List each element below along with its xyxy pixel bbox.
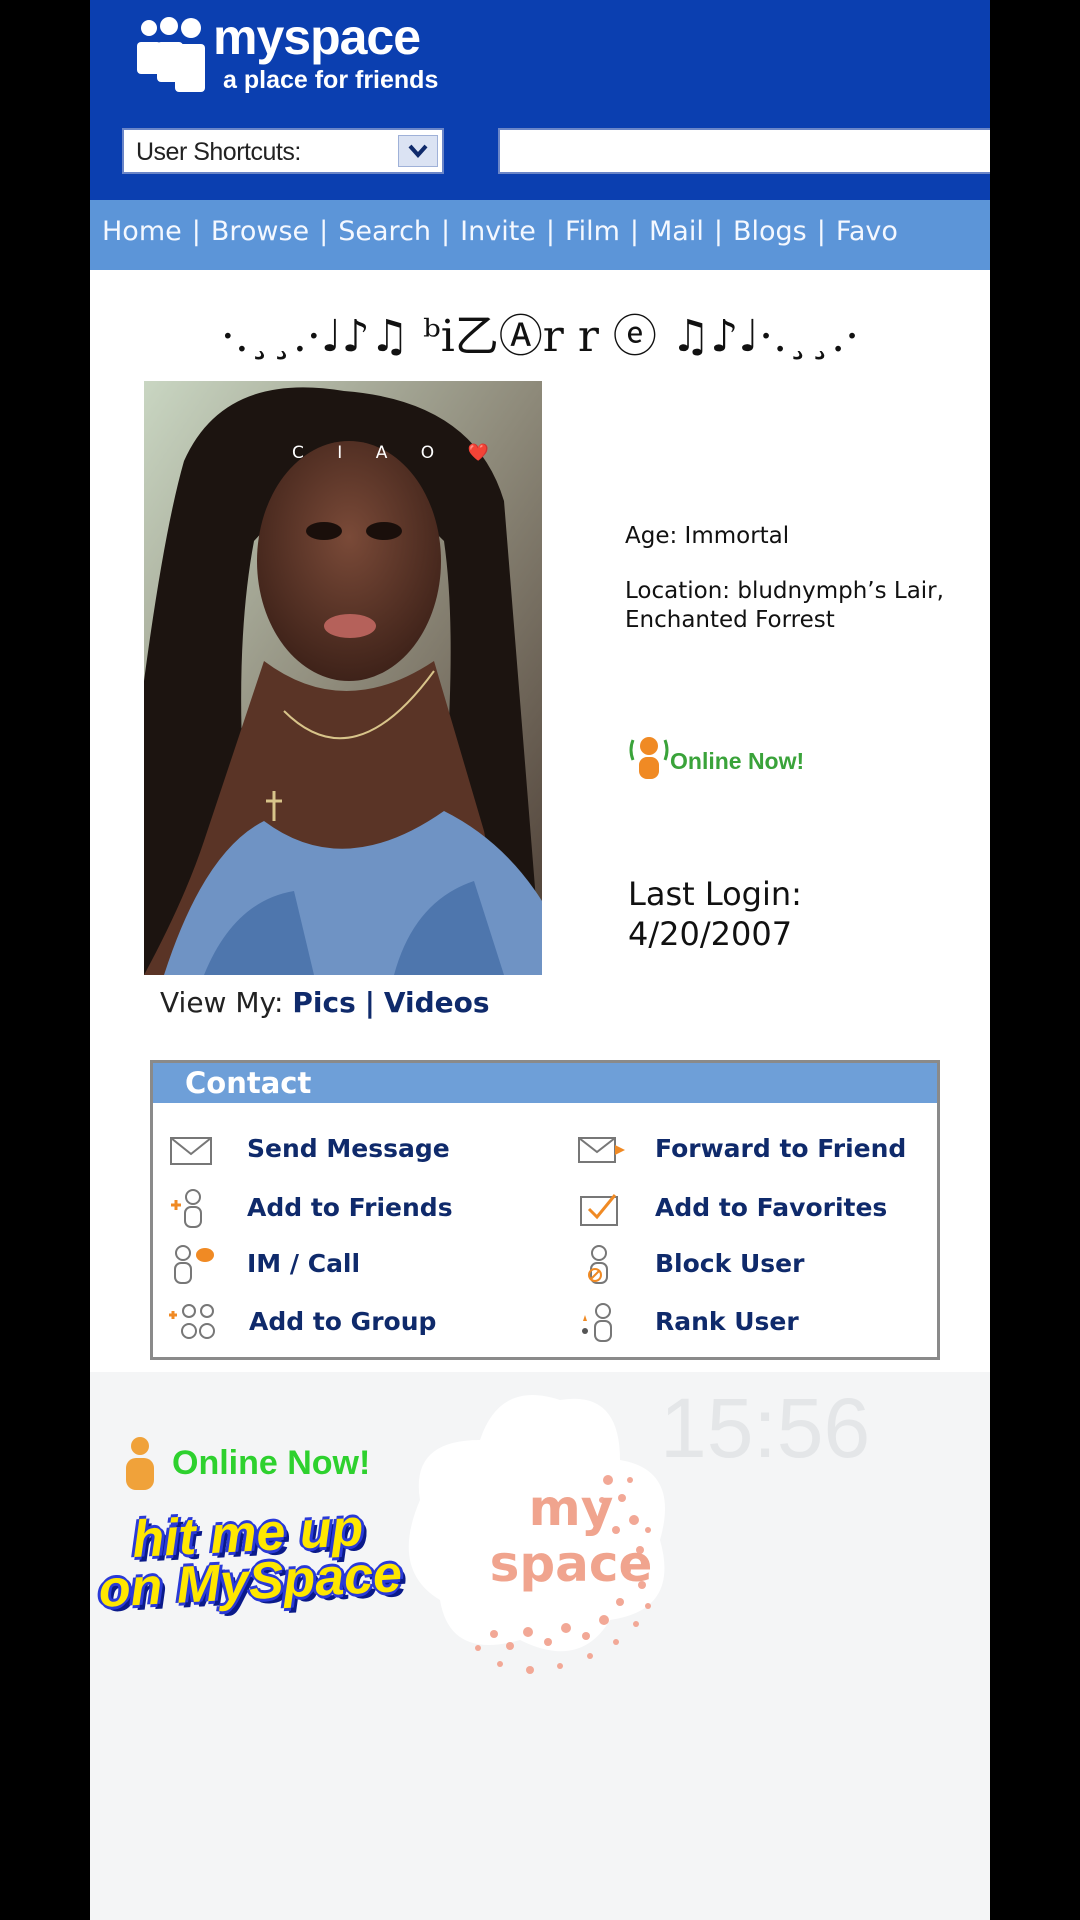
myspace-sticker-line-2: space	[489, 1535, 653, 1593]
age-field: Age: Immortal	[625, 523, 790, 549]
envelope-icon	[170, 1137, 212, 1165]
send-message-label: Send Message	[247, 1134, 450, 1163]
view-separator: |	[364, 986, 375, 1019]
block-user-label: Block User	[655, 1249, 805, 1278]
location-field: Location: bludnymph’s Lair, Enchanted Fo…	[625, 577, 944, 635]
contact-header: Contact	[153, 1063, 937, 1103]
contact-box: Contact Send Message Forward to Friend A…	[150, 1060, 940, 1360]
add-to-group-button[interactable]: Add to Group	[167, 1301, 527, 1345]
im-call-button[interactable]: IM / Call	[167, 1243, 527, 1287]
online-now-sticker: Online Now!	[120, 1434, 370, 1498]
add-to-friends-button[interactable]: Add to Friends	[167, 1187, 527, 1231]
header: myspace a place for friends User Shortcu…	[90, 0, 990, 200]
nav-separator: |	[816, 216, 826, 247]
view-videos-link[interactable]: Videos	[384, 986, 490, 1019]
view-my-links: View My: Pics | Videos	[160, 986, 490, 1019]
nav-separator: |	[713, 216, 723, 247]
logo-wordmark: myspace	[213, 9, 421, 65]
nav-favorites[interactable]: Favo	[836, 216, 898, 247]
location-line-1: Location: bludnymph’s Lair,	[625, 578, 944, 604]
search-input[interactable]	[498, 128, 990, 174]
profile-photo-image	[144, 381, 542, 975]
add-to-friends-label: Add to Friends	[247, 1193, 453, 1222]
last-login-date: 4/20/2007	[628, 915, 793, 953]
im-call-label: IM / Call	[247, 1249, 361, 1278]
nav-film[interactable]: Film	[565, 216, 620, 247]
nav-separator: |	[545, 216, 556, 247]
rank-user-icon	[582, 1303, 612, 1342]
chevron-down-icon[interactable]	[398, 135, 438, 167]
photo-caption: C I A O ❤️	[292, 443, 503, 463]
app-frame: myspace a place for friends User Shortcu…	[90, 0, 990, 1920]
hit-me-line-2: on MySpace	[97, 1545, 404, 1619]
last-login-label: Last Login:	[628, 875, 802, 913]
view-pics-link[interactable]: Pics	[292, 986, 355, 1019]
favorites-icon	[580, 1194, 618, 1226]
nav-browse[interactable]: Browse	[211, 216, 309, 247]
block-user-icon	[588, 1245, 608, 1284]
clock-overlay: 15:56	[660, 1381, 871, 1475]
online-now-label: Online Now!	[670, 748, 805, 774]
people-logo-icon	[137, 17, 205, 92]
nav-separator: |	[629, 216, 639, 247]
forward-to-friend-button[interactable]: Forward to Friend	[575, 1128, 935, 1172]
add-to-favorites-button[interactable]: Add to Favorites	[575, 1187, 935, 1231]
nav-search[interactable]: Search	[338, 216, 431, 247]
nav-blogs[interactable]: Blogs	[733, 216, 807, 247]
hit-me-up-sticker: hit me up on MySpace	[92, 1499, 407, 1619]
location-line-2: Enchanted Forrest	[625, 607, 835, 633]
myspace-sticker-text: my space	[486, 1480, 656, 1592]
main-nav: Home | Browse | Search | Invite | Film | Mail | Blog…	[90, 200, 990, 270]
myspace-sticker: my space	[390, 1380, 690, 1700]
nav-separator: |	[441, 216, 451, 247]
online-now-sticker-label: Online Now!	[172, 1444, 371, 1482]
profile-photo[interactable]: C I A O ❤️	[144, 381, 542, 975]
add-to-group-label: Add to Group	[249, 1307, 437, 1336]
user-shortcuts-label: User Shortcuts:	[136, 138, 301, 166]
nav-mail[interactable]: Mail	[649, 216, 704, 247]
im-call-icon	[174, 1245, 214, 1284]
block-user-button[interactable]: Block User	[575, 1243, 935, 1287]
add-friend-icon	[171, 1189, 202, 1228]
profile-name: ·.¸¸.·♩♪♫ ᵇi乙Ⓐr r ⓔ ♫♪♩·.¸¸.·	[220, 311, 860, 362]
myspace-logo[interactable]: myspace a place for friends	[135, 9, 465, 104]
online-person-icon	[629, 737, 669, 779]
myspace-sticker-line-1: my	[528, 1479, 614, 1537]
nav-separator: |	[319, 216, 329, 247]
forward-to-friend-label: Forward to Friend	[655, 1134, 907, 1163]
contact-title: Contact	[185, 1066, 312, 1100]
online-now-badge: Online Now!	[627, 732, 804, 782]
nav-separator: |	[191, 216, 201, 247]
send-message-button[interactable]: Send Message	[167, 1128, 527, 1172]
logo-tagline: a place for friends	[223, 66, 439, 94]
nav-invite[interactable]: Invite	[460, 216, 536, 247]
nav-home[interactable]: Home	[102, 216, 182, 247]
user-shortcuts-select[interactable]: User Shortcuts:	[122, 128, 444, 174]
rank-user-label: Rank User	[655, 1307, 799, 1336]
online-person-icon	[126, 1437, 154, 1490]
rank-user-button[interactable]: Rank User	[575, 1301, 935, 1345]
forward-envelope-icon	[578, 1137, 625, 1163]
add-to-favorites-label: Add to Favorites	[655, 1193, 888, 1222]
last-login: Last Login: 4/20/2007	[628, 874, 802, 954]
add-group-icon	[169, 1304, 215, 1339]
view-my-label: View My:	[160, 986, 284, 1019]
